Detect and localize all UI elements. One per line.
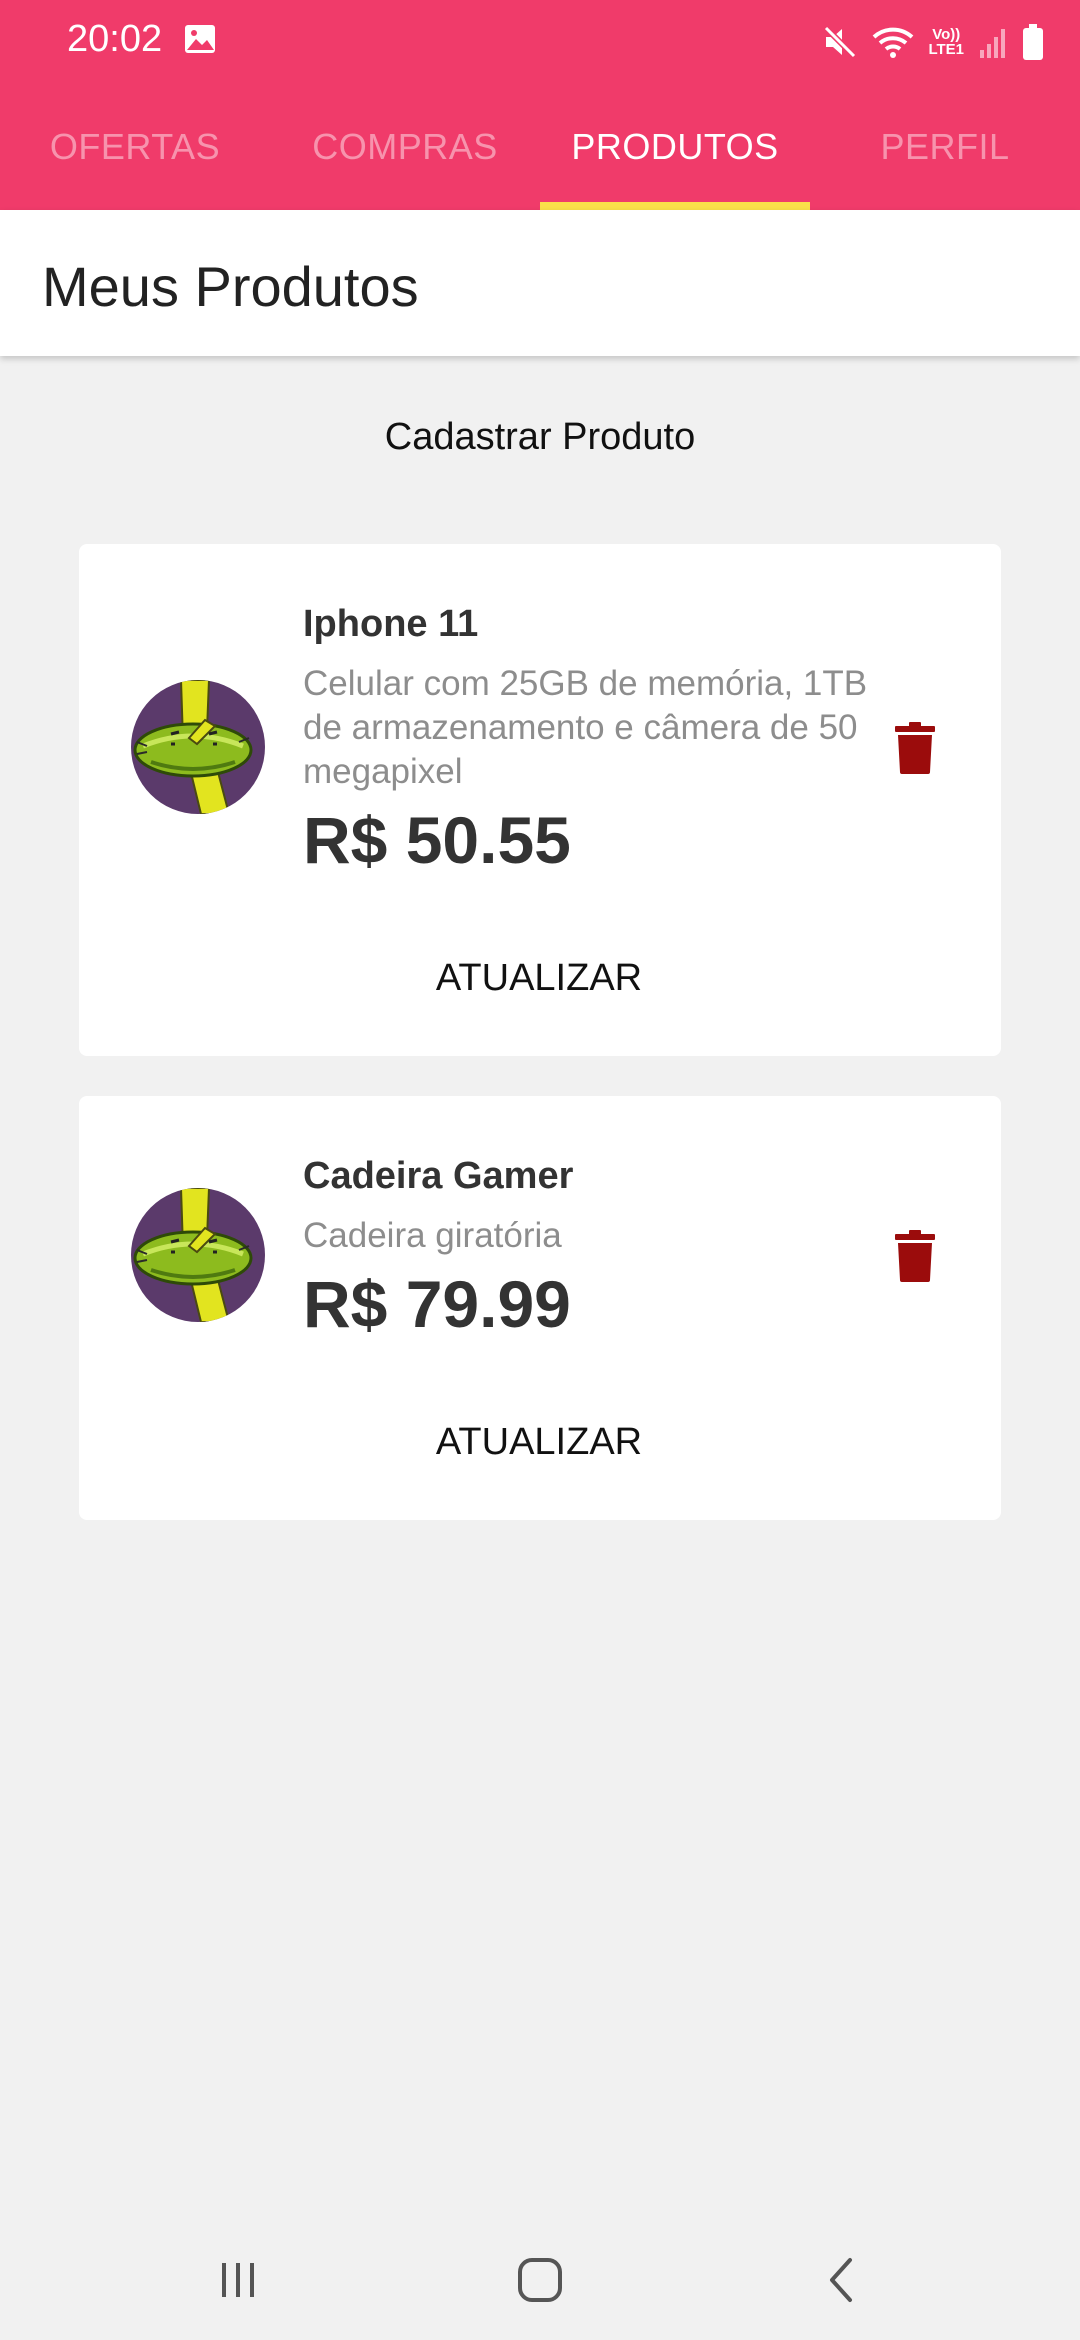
tab-perfil[interactable]: PERFIL <box>810 84 1080 210</box>
image-icon <box>184 24 216 59</box>
signal-icon <box>978 26 1008 58</box>
product-description: Celular com 25GB de memória, 1TB de arma… <box>303 664 868 791</box>
tab-ofertas[interactable]: OFERTAS <box>0 84 270 210</box>
product-info: Cadeira Gamer Cadeira giratória R$ 79.99 <box>303 1154 893 1344</box>
product-card: Iphone 11 Celular com 25GB de memória, 1… <box>79 544 1001 1056</box>
tab-compras[interactable]: COMPRAS <box>270 84 540 210</box>
register-product-button[interactable]: Cadastrar Produto <box>290 402 790 472</box>
tab-indicator <box>540 202 810 210</box>
battery-icon <box>1022 24 1044 60</box>
product-price: R$ 50.55 <box>303 803 571 877</box>
wifi-icon <box>872 25 914 59</box>
volte-top-label: Vo)) <box>932 26 961 43</box>
product-card: Cadeira Gamer Cadeira giratória R$ 79.99… <box>79 1096 1001 1520</box>
delete-icon[interactable] <box>895 1230 935 1282</box>
product-name: Iphone 11 <box>303 603 479 645</box>
product-name: Cadeira Gamer <box>303 1155 574 1197</box>
back-icon[interactable] <box>802 2252 882 2308</box>
status-time: 20:02 <box>67 18 163 60</box>
volte-icon: Vo)) LTE1 <box>928 27 964 57</box>
navigation-bar <box>0 2220 1080 2340</box>
product-avatar <box>131 680 265 814</box>
recents-icon[interactable] <box>198 2252 278 2308</box>
tab-bar: OFERTAS COMPRAS PRODUTOS PERFIL <box>0 84 1080 210</box>
product-avatar <box>131 1188 265 1322</box>
update-button[interactable]: ATUALIZAR <box>339 1410 739 1474</box>
product-description: Cadeira giratória <box>303 1216 562 1255</box>
page-header: Meus Produtos <box>0 210 1080 356</box>
delete-icon[interactable] <box>895 722 935 774</box>
page-title: Meus Produtos <box>42 255 419 318</box>
volte-bottom-label: LTE1 <box>928 41 964 58</box>
tab-produtos[interactable]: PRODUTOS <box>540 84 810 210</box>
update-button[interactable]: ATUALIZAR <box>339 946 739 1010</box>
status-icons: Vo)) LTE1 <box>822 20 1044 64</box>
home-icon[interactable] <box>500 2252 580 2308</box>
mute-icon <box>822 25 858 59</box>
product-price: R$ 79.99 <box>303 1267 571 1341</box>
product-info: Iphone 11 Celular com 25GB de memória, 1… <box>303 602 893 880</box>
status-bar: 20:02 Vo)) LTE1 <box>0 0 1080 84</box>
